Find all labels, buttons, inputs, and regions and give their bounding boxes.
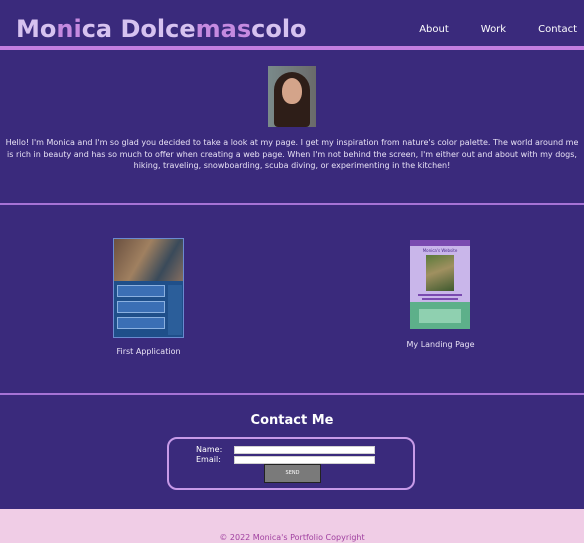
title-part-2: ni <box>56 15 82 43</box>
thumbnail-footer <box>410 302 470 329</box>
work-section: First Application Monica's Website My La… <box>0 205 584 393</box>
name-input[interactable] <box>234 446 375 454</box>
profile-photo <box>268 66 316 127</box>
thumbnail-hero-photo <box>114 239 183 281</box>
site-title[interactable]: Monica Dolcemascolo <box>16 15 307 43</box>
nav-contact[interactable]: Contact <box>538 24 577 35</box>
title-part-4: mas <box>195 15 252 43</box>
title-part-3: ca Dolce <box>81 15 196 43</box>
thumbnail-title: Monica's Website <box>422 248 458 253</box>
nav-work[interactable]: Work <box>481 24 506 35</box>
thumbnail-panel <box>117 285 165 297</box>
thumbnail-landscape <box>426 255 454 291</box>
email-input[interactable] <box>234 456 375 464</box>
photo-face <box>282 78 302 104</box>
send-button[interactable]: SEND <box>264 464 321 483</box>
bio-text: Hello! I'm Monica and I'm so glad you de… <box>5 138 579 170</box>
contact-form: Name: Email: SEND <box>167 437 415 490</box>
title-part-5: colo <box>251 15 307 43</box>
thumbnail-panel <box>117 301 165 313</box>
first-application-label: First Application <box>116 347 181 356</box>
thumbnail-form-box <box>419 309 461 323</box>
contact-heading: Contact Me <box>250 413 334 428</box>
nav-about[interactable]: About <box>419 24 449 35</box>
thumbnail-panel <box>117 317 165 329</box>
name-label: Name: <box>196 445 223 454</box>
main-nav: About Work Contact <box>387 24 577 35</box>
thumbnail-line <box>418 294 462 296</box>
landing-page-label: My Landing Page <box>406 340 475 349</box>
landing-page-thumbnail[interactable]: Monica's Website <box>410 240 470 329</box>
email-label: Email: <box>196 455 221 464</box>
first-application-thumbnail[interactable] <box>113 238 184 338</box>
about-section: Hello! I'm Monica and I'm so glad you de… <box>0 50 584 202</box>
thumbnail-line <box>422 298 458 300</box>
title-part-1: Mo <box>16 15 57 43</box>
site-footer: © 2022 Monica's Portfolio Copyright <box>0 509 584 543</box>
thumbnail-topbar <box>410 240 470 246</box>
site-header: Monica Dolcemascolo About Work Contact <box>0 0 584 46</box>
copyright-text: © 2022 Monica's Portfolio Copyright <box>219 533 365 542</box>
thumbnail-sidebar <box>168 285 182 335</box>
section-divider-work <box>0 393 584 395</box>
